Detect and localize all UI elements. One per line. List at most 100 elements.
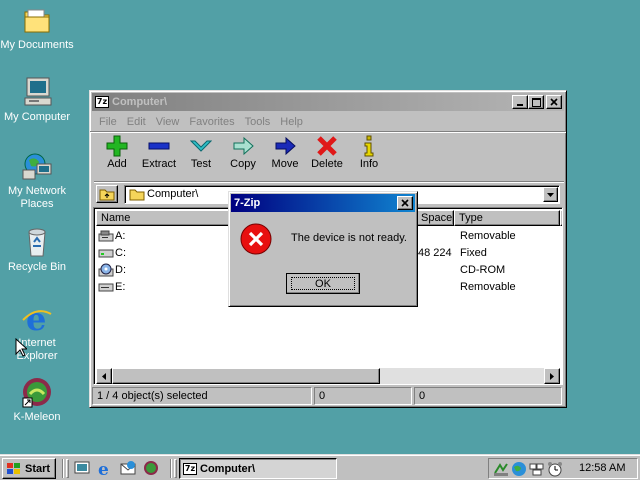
start-button[interactable]: Start xyxy=(2,458,56,479)
move-button[interactable]: Move xyxy=(264,134,306,170)
system-tray: 12:58 AM xyxy=(488,458,638,479)
arrow-right-icon xyxy=(550,372,554,380)
menu-help[interactable]: Help xyxy=(275,116,308,128)
row-type: CD-ROM xyxy=(460,264,506,276)
copy-arrow-icon xyxy=(233,136,254,156)
extract-label: Extract xyxy=(141,158,177,170)
menu-favorites[interactable]: Favorites xyxy=(184,116,239,128)
move-label: Move xyxy=(271,158,299,170)
dialog-title: 7-Zip xyxy=(234,197,261,209)
desktop-icon-my-documents[interactable]: My Documents xyxy=(0,4,74,52)
add-label: Add xyxy=(107,158,127,170)
add-button[interactable]: Add xyxy=(96,134,138,170)
desktop-icon-my-network-places[interactable]: My Network Places xyxy=(0,150,74,211)
close-button[interactable] xyxy=(546,95,562,109)
status-size: 0 xyxy=(314,387,412,405)
show-desktop-icon[interactable] xyxy=(74,460,90,476)
row-space: 48 224 xyxy=(418,247,452,259)
menu-tools[interactable]: Tools xyxy=(240,116,276,128)
error-icon xyxy=(240,223,272,255)
row-name: E: xyxy=(115,281,126,293)
delete-label: Delete xyxy=(311,158,343,170)
info-icon xyxy=(364,135,374,157)
ok-label: OK xyxy=(291,277,355,290)
menu-edit[interactable]: Edit xyxy=(122,116,151,128)
menu-bar: File Edit View Favorites Tools Help xyxy=(90,113,566,131)
7zip-app-icon: 7z xyxy=(183,462,197,475)
info-button[interactable]: Info xyxy=(348,134,390,170)
desktop-icon-k-meleon[interactable]: K-Meleon xyxy=(0,376,74,424)
network-tray-icon[interactable] xyxy=(493,461,509,477)
tasks-grip[interactable] xyxy=(174,459,177,478)
recycle-bin-icon xyxy=(21,226,53,258)
toolbar: Add Extract Test Copy Move Delete Info xyxy=(90,131,566,175)
folder-documents-icon xyxy=(21,4,53,36)
chevron-down-icon xyxy=(547,192,554,197)
desktop-icon-label: K-Meleon xyxy=(13,411,61,423)
dialog-message: The device is not ready. xyxy=(291,232,407,244)
hard-drive-icon xyxy=(98,249,114,258)
row-type: Fixed xyxy=(460,247,487,259)
desktop-icon-label: My Network Places xyxy=(7,185,67,210)
window-title: Computer\ xyxy=(112,96,167,108)
7zip-app-icon: 7z xyxy=(95,96,109,108)
delete-x-icon xyxy=(317,136,337,156)
test-button[interactable]: Test xyxy=(180,134,222,170)
minus-icon xyxy=(148,142,170,150)
up-folder-button[interactable] xyxy=(96,185,118,203)
maximize-button[interactable] xyxy=(528,95,544,109)
desktop-icon-my-computer[interactable]: My Computer xyxy=(0,76,74,124)
extract-button[interactable]: Extract xyxy=(138,134,180,170)
desktop-icon-label: My Documents xyxy=(0,39,74,51)
dialog-close-button[interactable] xyxy=(397,196,413,210)
delete-button[interactable]: Delete xyxy=(306,134,348,170)
dialog-titlebar[interactable]: 7-Zip xyxy=(231,194,415,212)
internet-explorer-icon: e xyxy=(21,300,53,338)
windows-logo-icon xyxy=(7,462,20,474)
window-titlebar[interactable]: 7z Computer\ xyxy=(92,93,564,111)
taskbar-button-label: Computer\ xyxy=(200,462,255,475)
internet-explorer-icon[interactable]: e xyxy=(97,460,113,476)
removable-drive-icon xyxy=(98,283,114,292)
taskbar-button-7zip[interactable]: 7z Computer\ xyxy=(179,458,337,479)
k-meleon-quick-icon[interactable] xyxy=(143,460,159,476)
address-dropdown-button[interactable] xyxy=(543,187,558,202)
error-dialog: 7-Zip The device is not ready. OK xyxy=(228,191,418,307)
svg-text:e: e xyxy=(98,460,109,476)
taskbar-separator xyxy=(62,459,64,478)
clock-tray-icon[interactable] xyxy=(547,461,563,477)
desktop-icon-recycle-bin[interactable]: Recycle Bin xyxy=(0,226,74,274)
horizontal-scrollbar[interactable] xyxy=(96,368,560,384)
minimize-button[interactable] xyxy=(512,95,528,109)
column-header-extra[interactable] xyxy=(560,210,562,226)
close-icon xyxy=(401,199,409,207)
quicklaunch-grip[interactable] xyxy=(66,459,69,478)
scroll-thumb[interactable] xyxy=(112,368,380,384)
column-header-space[interactable]: Space xyxy=(416,210,454,226)
copy-button[interactable]: Copy xyxy=(222,134,264,170)
address-value: Computer\ xyxy=(147,188,199,200)
svg-text:e: e xyxy=(26,302,46,334)
scroll-left-button[interactable] xyxy=(96,368,112,384)
outlook-express-icon[interactable] xyxy=(120,460,136,476)
scroll-right-button[interactable] xyxy=(544,368,560,384)
k-meleon-icon xyxy=(21,376,53,408)
menu-file[interactable]: File xyxy=(94,116,122,128)
row-name: C: xyxy=(115,247,126,259)
row-type: Removable xyxy=(460,230,516,242)
globe-tray-icon[interactable] xyxy=(511,461,527,477)
ok-button[interactable]: OK xyxy=(286,273,360,294)
display-tray-icon[interactable] xyxy=(529,461,545,477)
column-header-type[interactable]: Type xyxy=(454,210,560,226)
computer-icon xyxy=(21,76,53,108)
move-arrow-icon xyxy=(275,136,296,156)
close-icon xyxy=(550,98,558,106)
start-label: Start xyxy=(25,462,51,475)
maximize-icon xyxy=(531,97,541,107)
desktop-icon-internet-explorer[interactable]: e Internet Explorer xyxy=(0,300,74,363)
taskbar-clock[interactable]: 12:58 AM xyxy=(579,462,625,474)
row-name: D: xyxy=(115,264,126,276)
network-places-icon xyxy=(21,150,53,182)
cdrom-drive-icon xyxy=(98,263,114,277)
menu-view[interactable]: View xyxy=(151,116,185,128)
